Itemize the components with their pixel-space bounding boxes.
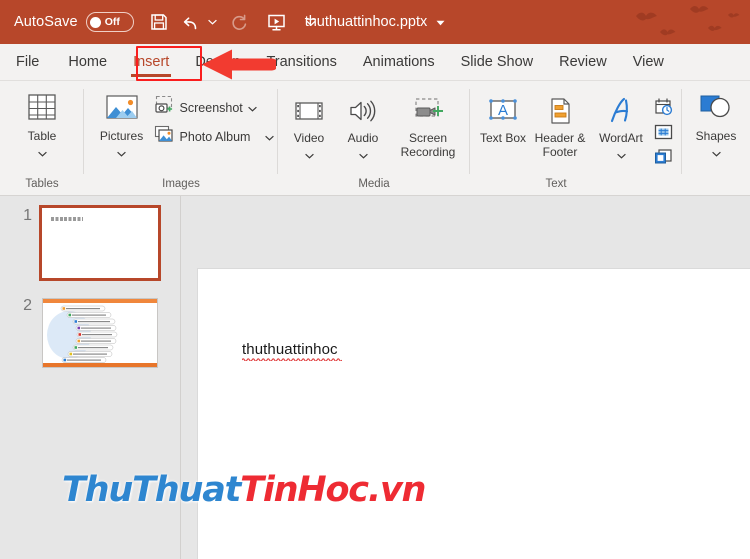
table-dropdown-caret-icon[interactable] (37, 144, 47, 162)
audio-dropdown-caret-icon[interactable] (358, 146, 368, 164)
slide-text: thuthuattinhoc (242, 341, 338, 358)
text-group-icon-column (651, 89, 675, 168)
thumbnail-2-smartart-preview (43, 299, 157, 367)
autosave-label: AutoSave (14, 14, 78, 30)
title-dropdown-caret-icon[interactable] (436, 13, 445, 31)
ribbon: Table Tables Pictures Screenshot Photo A… (0, 81, 750, 196)
slide-editor-pane: thuthuattinhoc (182, 196, 750, 559)
video-label: Video (293, 131, 325, 145)
header-footer-label: Header & Footer (534, 131, 586, 159)
shapes-button[interactable]: Shapes (688, 87, 744, 162)
title-bar: AutoSave Off thuthuattinhoc.pptx (0, 0, 750, 44)
quick-access-toolbar: AutoSave Off (0, 7, 318, 37)
thumbnail-row-1[interactable]: 1 (10, 205, 161, 281)
document-title[interactable]: thuthuattinhoc.pptx (305, 14, 428, 30)
group-label-shapes (682, 176, 750, 196)
workspace: 1 2 thuthuattinhoc (0, 196, 750, 559)
decorative-birds-graphic (636, 5, 740, 36)
spellcheck-underline (242, 357, 342, 361)
ribbon-group-media: Video Audio Screen Recording Media (278, 81, 470, 196)
header-footer-button[interactable]: Header & Footer (529, 89, 591, 159)
ribbon-group-text: A Text Box Header & Footer WordArt Text (470, 81, 682, 196)
tab-animations[interactable]: Animations (350, 44, 448, 81)
shapes-dropdown-caret-icon[interactable] (711, 144, 721, 162)
ribbon-group-images: Pictures Screenshot Photo Album Images (84, 81, 278, 196)
text-box-label: Text Box (479, 131, 527, 145)
group-label-tables: Tables (25, 178, 59, 190)
tab-view[interactable]: View (620, 44, 677, 81)
powerpoint-window: AutoSave Off thuthuattinhoc.pptx File Ho… (0, 0, 750, 559)
screenshot-button[interactable]: Screenshot (154, 95, 275, 120)
group-label-media: Media (358, 178, 390, 190)
pictures-label: Pictures (99, 129, 144, 143)
pictures-button[interactable]: Pictures (94, 87, 150, 162)
undo-icon[interactable] (175, 7, 206, 37)
video-button[interactable]: Video (285, 89, 333, 164)
screen-recording-button[interactable]: Screen Recording (393, 89, 463, 159)
header-footer-icon (542, 93, 578, 129)
ribbon-group-shapes: Shapes (682, 81, 750, 196)
slide-thumbnail-pane[interactable]: 1 2 (0, 196, 181, 559)
photo-album-button[interactable]: Photo Album (154, 124, 275, 149)
screenshot-label: Screenshot (179, 100, 243, 115)
video-dropdown-caret-icon[interactable] (304, 146, 314, 164)
wordart-button[interactable]: WordArt (593, 89, 649, 164)
slide-canvas[interactable]: thuthuattinhoc (197, 268, 750, 559)
tab-home[interactable]: Home (55, 44, 120, 81)
slide-text-block[interactable]: thuthuattinhoc (242, 341, 338, 360)
tab-review[interactable]: Review (546, 44, 620, 81)
date-and-time-icon[interactable] (651, 96, 675, 118)
slide-thumbnail-2[interactable] (42, 298, 158, 368)
autosave-toggle[interactable]: Off (85, 12, 134, 32)
redo-icon (224, 7, 255, 37)
thumbnail-row-2[interactable]: 2 (10, 298, 158, 368)
undo-dropdown-caret-icon[interactable] (206, 7, 220, 37)
shapes-icon (694, 91, 738, 127)
photo-album-icon (154, 124, 175, 149)
audio-icon (345, 93, 381, 129)
tab-design[interactable]: Design (182, 44, 253, 81)
tab-file[interactable]: File (0, 44, 55, 81)
wordart-icon (603, 93, 639, 129)
table-icon (22, 91, 62, 127)
screenshot-dropdown-caret-icon[interactable] (247, 99, 257, 117)
slide-number-icon[interactable] (651, 121, 675, 143)
text-box-button[interactable]: A Text Box (479, 89, 527, 146)
pictures-icon (101, 91, 143, 127)
tab-insert[interactable]: Insert (120, 44, 182, 81)
audio-label: Audio (347, 131, 379, 145)
table-button[interactable]: Table (14, 87, 70, 162)
ribbon-tab-strip: File Home Insert Design Transitions Anim… (0, 44, 750, 81)
shapes-label: Shapes (695, 129, 737, 143)
object-icon[interactable] (651, 146, 675, 168)
audio-button[interactable]: Audio (339, 89, 387, 164)
slide-number-2: 2 (23, 297, 32, 314)
tab-slide-show[interactable]: Slide Show (448, 44, 547, 81)
group-label-images: Images (162, 178, 200, 190)
text-box-icon: A (484, 93, 522, 129)
ribbon-group-tables: Table Tables (0, 81, 84, 196)
tab-transitions[interactable]: Transitions (253, 44, 349, 81)
images-small-buttons: Screenshot Photo Album (154, 87, 275, 149)
table-label: Table (27, 129, 57, 143)
video-icon (291, 93, 327, 129)
pictures-dropdown-caret-icon[interactable] (117, 144, 126, 162)
screen-recording-label: Screen Recording (400, 131, 456, 159)
screen-recording-icon (408, 93, 448, 129)
slide-thumbnail-1[interactable] (39, 205, 161, 281)
save-icon[interactable] (144, 7, 175, 37)
slide-number-1: 1 (23, 207, 32, 224)
photo-album-label: Photo Album (179, 129, 251, 144)
group-label-text: Text (545, 178, 567, 190)
start-slideshow-icon[interactable] (261, 7, 292, 37)
thumbnail-1-text-placeholder (51, 217, 83, 221)
screenshot-icon (154, 95, 175, 120)
wordart-dropdown-caret-icon[interactable] (616, 146, 626, 164)
autosave-toggle-knob (89, 16, 101, 28)
autosave-state-label: Off (104, 16, 120, 28)
wordart-label: WordArt (599, 131, 643, 145)
photo-album-dropdown-caret-icon[interactable] (265, 128, 275, 146)
